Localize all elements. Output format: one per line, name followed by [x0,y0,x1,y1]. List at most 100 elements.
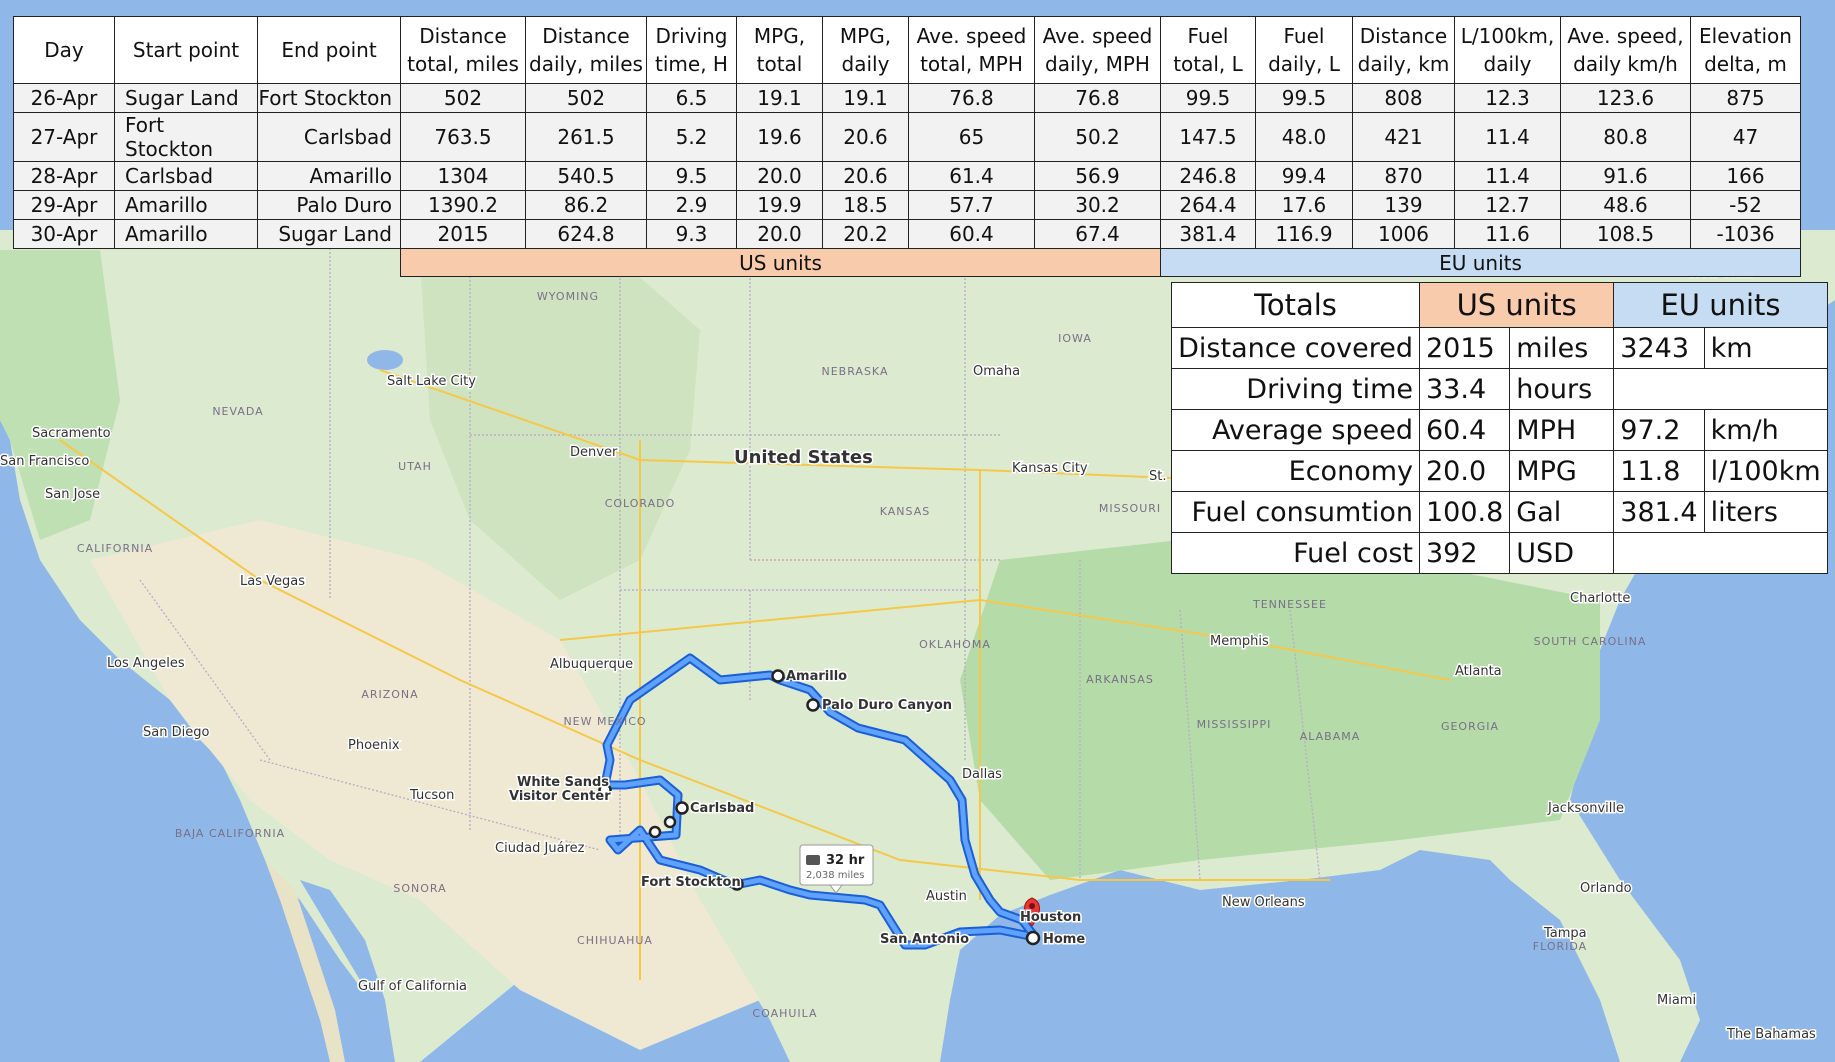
stop-marker-guadalupe[interactable] [648,825,662,839]
totals-us-unit: Gal [1509,491,1615,533]
header-line: MPG, [753,24,806,48]
trip-table-cell: 9.5 [646,161,737,191]
trip-table-header: Day Start point End point Distance total, mi… [13,16,1801,84]
totals-us-value: 33.4 [1418,368,1511,410]
totals-row: Fuel consumtion 100.8 Gal 381.4 liters [1171,491,1828,533]
trip-table-cell: 20.6 [822,161,909,191]
trip-table-cell: 19.1 [736,83,823,113]
totals-us-value: 2015 [1418,327,1511,369]
trip-column-header: Ave. speed daily, MPH [1034,16,1161,84]
trip-table-cell: 1006 [1352,219,1455,249]
trip-table-cell: Amarillo [114,190,258,220]
header-line: Start point [132,38,240,62]
city-label: Denver [570,445,618,460]
city-label: Phoenix [348,738,400,753]
trip-column-header: Distance daily, miles [525,16,647,84]
totals-table-container: Totals US units EU units Distance covere… [1171,282,1828,574]
totals-title: Totals [1171,282,1420,328]
trip-table-cell: 381.4 [1160,219,1256,249]
header-line: L/100km, [1460,24,1555,48]
trip-column-header: Driving time, H [646,16,737,84]
country-label: United States [734,447,873,468]
trip-table-cell: 1390.2 [400,190,526,220]
trip-table-cell: 246.8 [1160,161,1256,191]
city-label: Ciudad Juárez [495,841,585,856]
trip-table-cell: 29-Apr [13,190,115,220]
trip-table-row: 29-Apr Amarillo Palo Duro 1390.2 86.2 2.9 19.9… [13,190,1801,220]
header-line: Ave. speed [1042,24,1153,48]
trip-column-header: End point [257,16,401,84]
state-label: CALIFORNIA [77,542,153,555]
state-label: ARIZONA [361,688,418,701]
trip-table-cell: 502 [525,83,647,113]
trip-table-cell: Fort Stockton [257,83,401,113]
trip-table-cell: 57.7 [908,190,1035,220]
totals-eu-value: 97.2 [1613,409,1705,451]
stop-marker-amarillo[interactable] [771,669,785,683]
header-line: Fuel [1283,24,1325,48]
totals-eu-value [1613,532,1828,574]
stop-marker-home[interactable] [1025,930,1041,946]
trip-table-cell: 12.3 [1454,83,1561,113]
trip-column-header: Ave. speed, daily km/h [1560,16,1691,84]
trip-table-cell: 20.6 [822,112,909,162]
header-line: daily, L [1268,52,1340,76]
totals-label: Average speed [1171,409,1420,451]
header-line: Distance [419,24,507,48]
us-units-label: US units [400,248,1161,277]
trip-table-cell: 26-Apr [13,83,115,113]
state-label: IOWA [1058,332,1092,345]
state-label: MISSOURI [1099,502,1161,515]
route-label-san-antonio: San Antonio [880,932,969,947]
trip-table-cell: 502 [400,83,526,113]
trip-column-header: Fuel total, L [1160,16,1256,84]
trip-table-cell: 2015 [400,219,526,249]
totals-row: Fuel cost 392 USD [1171,532,1828,574]
totals-label: Driving time [1171,368,1420,410]
header-line: total, MPH [920,52,1023,76]
header-line: daily km/h [1573,52,1678,76]
totals-row: Average speed 60.4 MPH 97.2 km/h [1171,409,1828,451]
trip-column-header: MPG, total [736,16,823,84]
trip-table-cell: 870 [1352,161,1455,191]
trip-table-cell: 12.7 [1454,190,1561,220]
trip-table-cell: 19.6 [736,112,823,162]
trip-table-cell: 17.6 [1255,190,1353,220]
totals-eu-value: 3243 [1613,327,1705,369]
trip-table-cell: 47 [1690,112,1801,162]
trip-table-cell: 20.0 [736,161,823,191]
stop-marker-carlsbad-cavern[interactable] [663,815,677,829]
city-label: Dallas [962,767,1002,782]
trip-table-cell: 48.0 [1255,112,1353,162]
trip-table-cell: -52 [1690,190,1801,220]
header-line: daily, MPH [1045,52,1150,76]
city-label: St. [1149,469,1166,484]
state-label: KANSAS [880,505,930,518]
route-label-visitor-center: Visitor Center [509,789,611,804]
header-line: Ave. speed, [1567,24,1684,48]
totals-eu-header: EU units [1613,282,1828,328]
city-label: Sacramento [32,426,111,441]
trip-table-cell: Carlsbad [257,112,401,162]
totals-label: Fuel cost [1171,532,1420,574]
stop-marker-palo-duro[interactable] [806,698,820,712]
trip-table-cell: Fort Stockton [114,112,258,162]
state-label: BAJA CALIFORNIA [175,827,285,840]
trip-table-cell: 30-Apr [13,219,115,249]
stop-marker-carlsbad[interactable] [675,801,689,815]
totals-us-value: 60.4 [1418,409,1511,451]
great-salt-lake [367,350,403,370]
trip-table-cell: 2.9 [646,190,737,220]
totals-us-unit: MPG [1509,450,1615,492]
header-line: daily [1483,52,1532,76]
trip-column-header: Fuel daily, L [1255,16,1353,84]
trip-table-cell: Sugar Land [257,219,401,249]
totals-label: Fuel consumtion [1171,491,1420,533]
city-label: Tucson [409,788,454,803]
header-line: Ave. speed [916,24,1027,48]
totals-eu-unit: km [1703,327,1828,369]
header-line: daily [841,52,890,76]
city-label: Miami [1657,993,1696,1008]
trip-table-cell: 875 [1690,83,1801,113]
state-label: NEBRASKA [822,365,889,378]
